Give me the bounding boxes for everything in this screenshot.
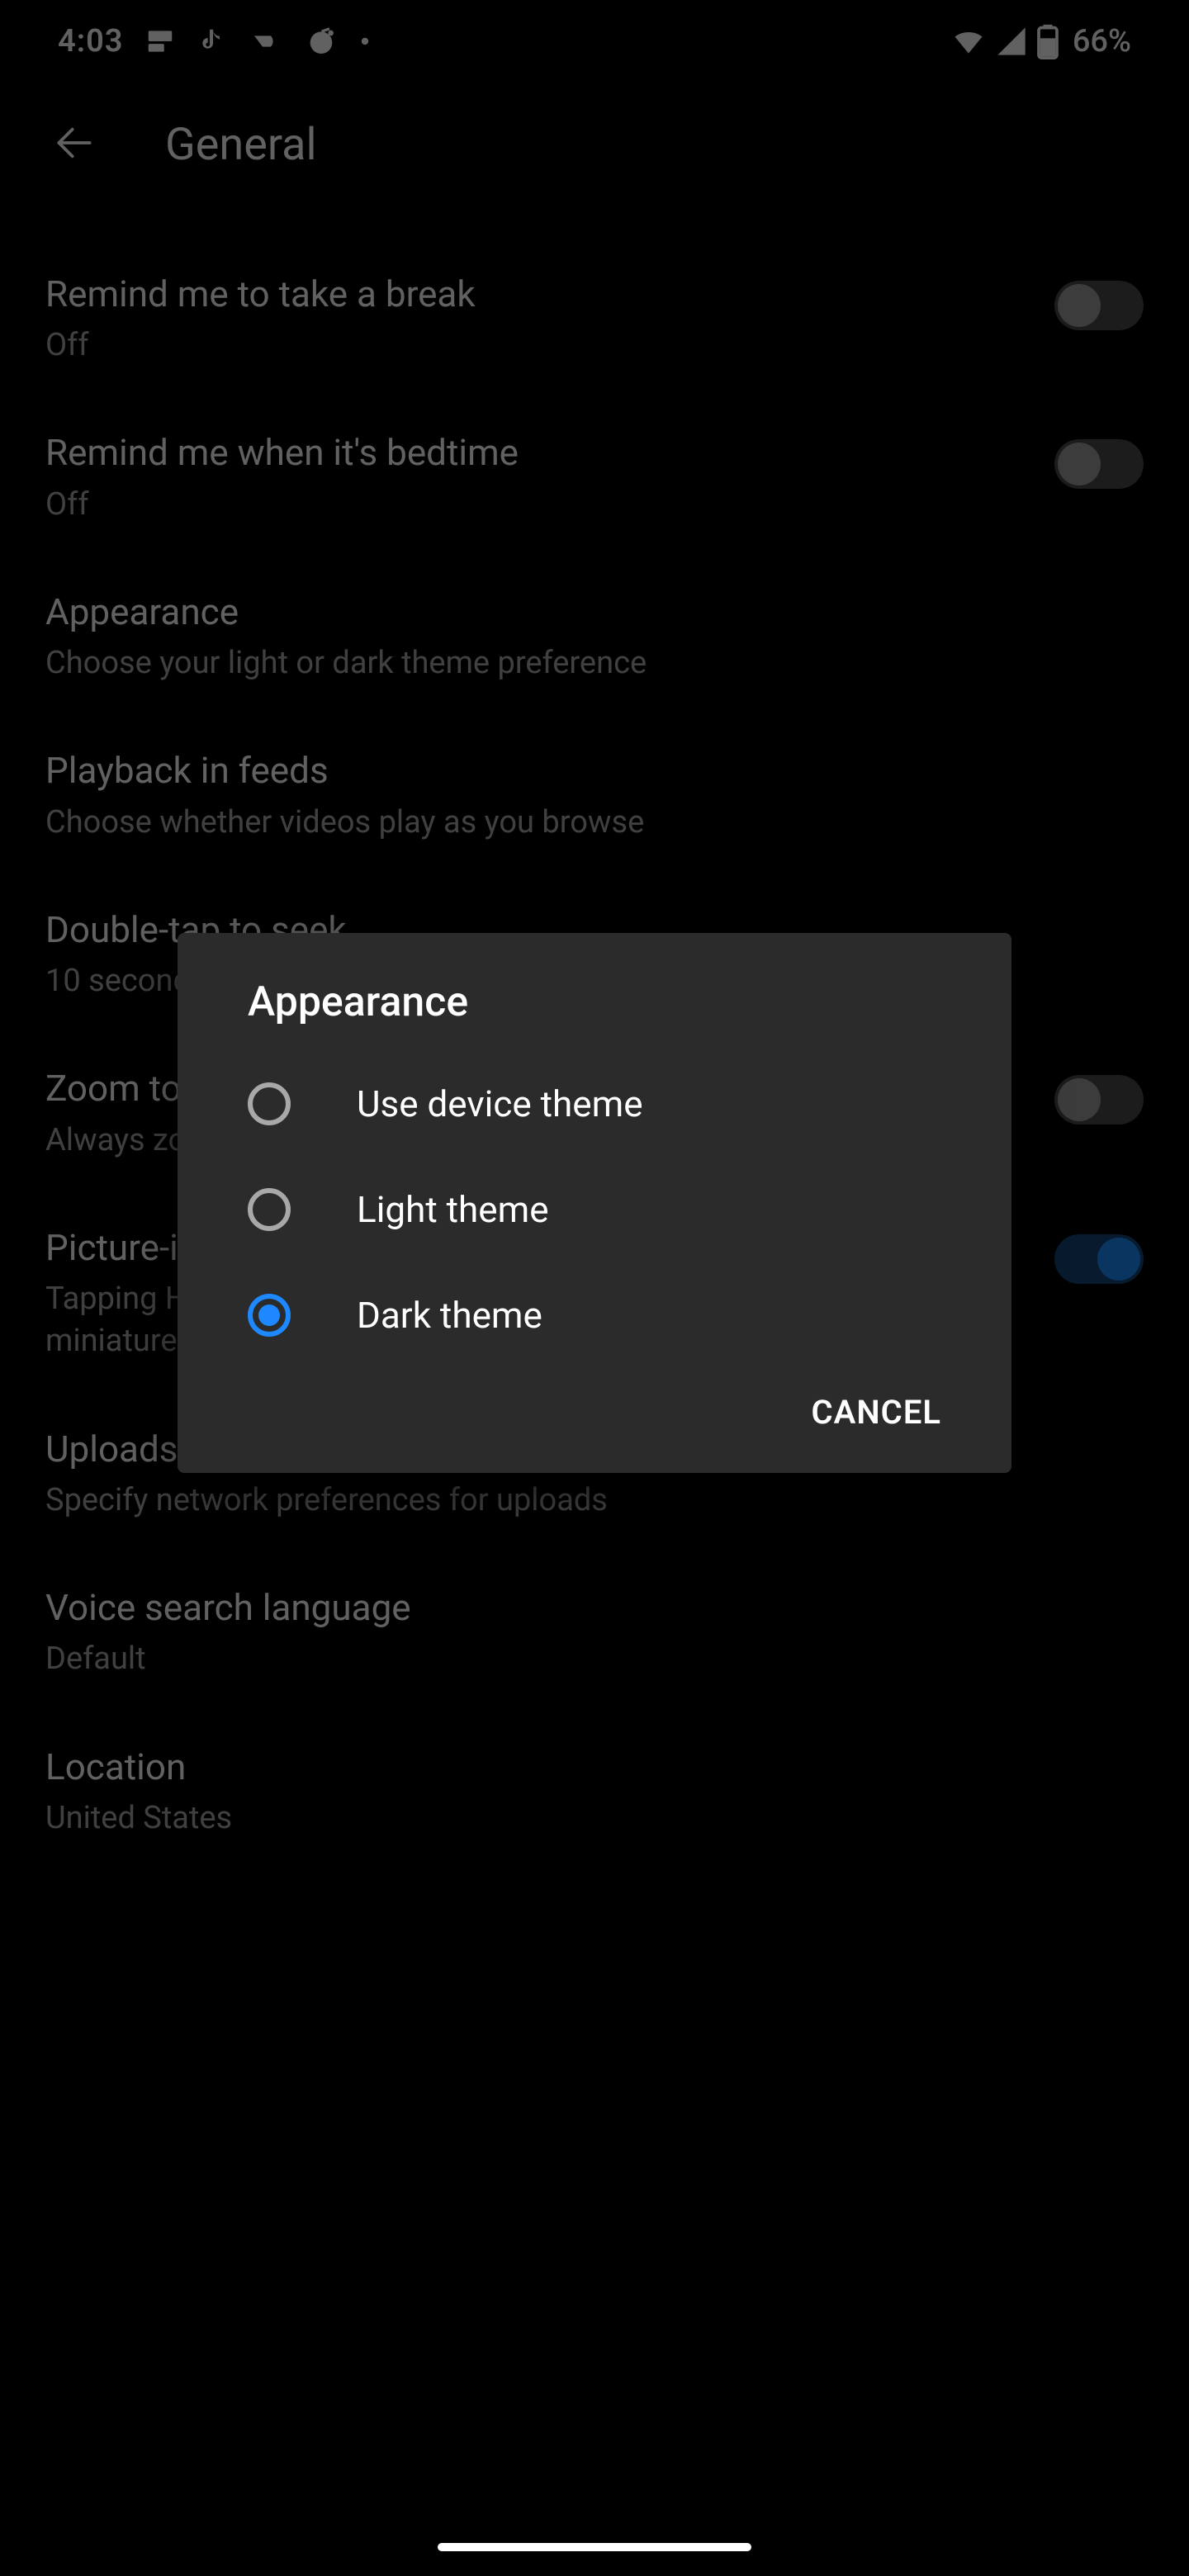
radio-label: Light theme (357, 1188, 549, 1231)
dialog-title: Appearance (178, 933, 1011, 1051)
dialog-actions: CANCEL (178, 1368, 1011, 1456)
appearance-dialog: Appearance Use device theme Light theme … (178, 933, 1011, 1473)
radio-option-light-theme[interactable]: Light theme (178, 1157, 1011, 1262)
radio-label: Use device theme (357, 1082, 643, 1125)
dialog-scrim[interactable]: Appearance Use device theme Light theme … (0, 0, 1189, 2576)
radio-label: Dark theme (357, 1294, 542, 1337)
cancel-button[interactable]: CANCEL (812, 1393, 941, 1432)
radio-unchecked-icon (248, 1188, 291, 1231)
radio-checked-icon (248, 1294, 291, 1337)
radio-option-dark-theme[interactable]: Dark theme (178, 1262, 1011, 1368)
radio-option-device-theme[interactable]: Use device theme (178, 1051, 1011, 1157)
gesture-nav-handle[interactable] (438, 2543, 751, 2551)
radio-unchecked-icon (248, 1082, 291, 1125)
